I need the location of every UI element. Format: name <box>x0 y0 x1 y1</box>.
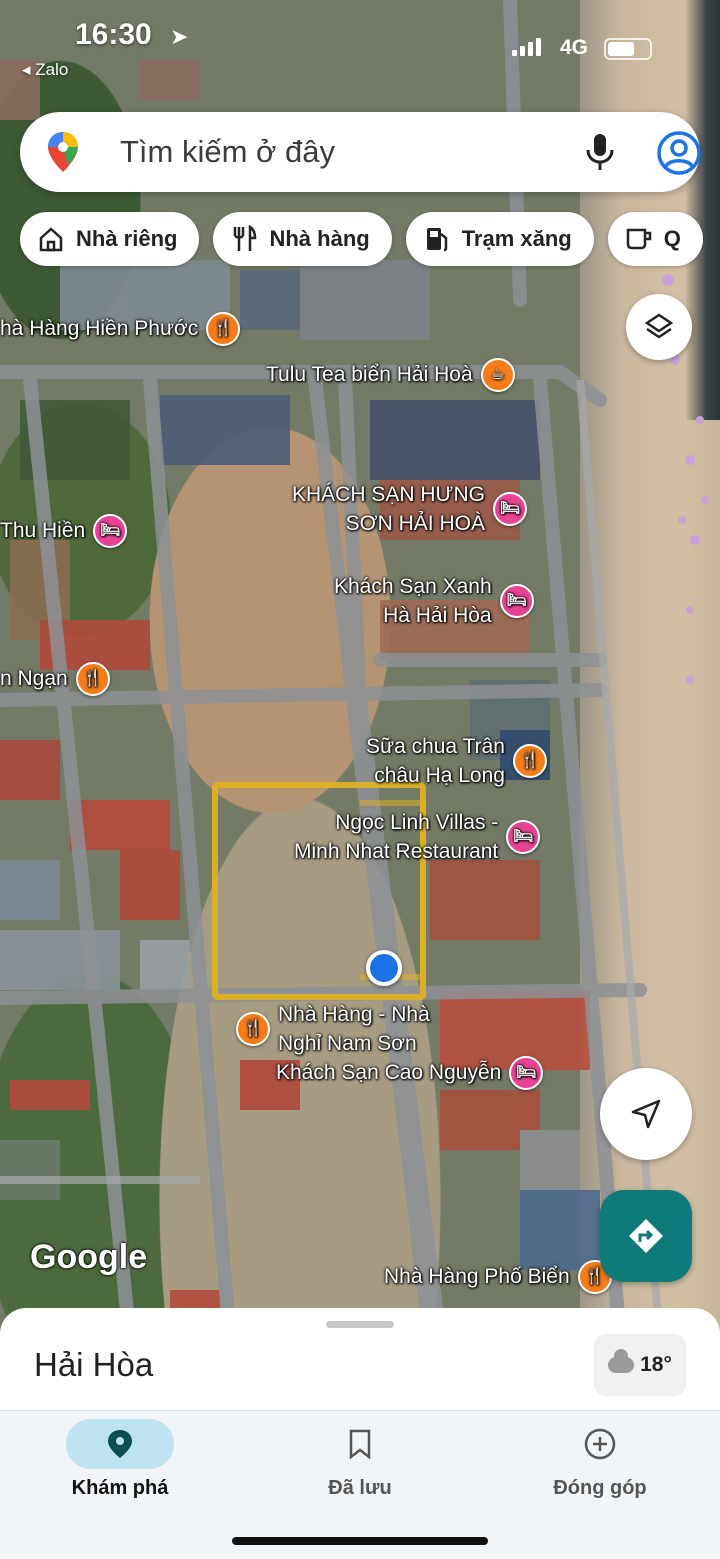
hotel-icon: 🛏 <box>492 492 527 527</box>
search-input[interactable]: Tìm kiếm ở đây <box>120 134 335 170</box>
poi-label: Tulu Tea biển Hải Hoà <box>266 363 473 387</box>
restaurant-icon: 🍴 <box>206 312 241 346</box>
cafe-icon: ☕ <box>480 358 515 392</box>
poi-pho-bien[interactable]: Nhà Hàng Phố Biển 🍴 <box>384 1260 612 1294</box>
navigation-arrow-icon <box>631 1099 661 1129</box>
gas-station-icon <box>426 228 447 252</box>
place-name: Hải Hòa <box>34 1346 154 1383</box>
battery-icon <box>604 38 652 60</box>
hotel-icon: 🛏 <box>499 584 534 619</box>
current-location-dot <box>366 950 402 986</box>
layers-icon <box>644 313 674 339</box>
nav-label: Đóng góp <box>553 1477 647 1499</box>
bookmark-icon <box>349 1429 371 1460</box>
hotel-icon: 🛏 <box>93 514 128 548</box>
sheet-drag-handle[interactable] <box>326 1321 394 1328</box>
hotel-icon: 🛏 <box>506 820 541 855</box>
add-circle-icon <box>584 1428 616 1460</box>
poi-hung-son[interactable]: KHÁCH SẠN HƯNG SƠN HẢI HOÀ 🛏 <box>292 480 527 539</box>
cloud-icon <box>608 1349 635 1373</box>
chip-cafe[interactable]: Q <box>607 212 703 266</box>
chip-label: Nhà hàng <box>269 226 370 251</box>
chip-gas-station[interactable]: Trạm xăng <box>405 212 594 266</box>
status-bar: 16:30 ➤ ◂ Zalo 4G <box>0 0 720 90</box>
poi-ngan[interactable]: n Ngạn 🍴 <box>0 662 110 696</box>
mic-icon[interactable] <box>582 132 618 172</box>
chip-home[interactable]: Nhà riêng <box>20 212 200 266</box>
layers-button[interactable] <box>626 294 692 360</box>
poi-cao-nguyen[interactable]: Khách Sạn Cao Nguyễn 🛏 <box>276 1056 544 1090</box>
my-location-button[interactable] <box>600 1068 692 1160</box>
nav-contribute-icon-wrap <box>550 1419 650 1469</box>
poi-label: n Ngạn <box>0 667 68 691</box>
cafe-icon <box>626 228 651 250</box>
directions-icon <box>629 1219 663 1253</box>
account-icon[interactable] <box>656 130 702 176</box>
poi-tulu-tea[interactable]: Tulu Tea biển Hải Hoà ☕ <box>266 358 515 392</box>
home-indicator[interactable] <box>232 1537 488 1545</box>
chip-label: Nhà riêng <box>76 226 178 251</box>
nav-explore-icon-wrap <box>66 1419 174 1469</box>
restaurant-icon: 🍴 <box>512 744 547 779</box>
chip-label: Trạm xăng <box>461 226 572 251</box>
poi-label: Ngọc Linh Villas - Minh Nhat Restaurant <box>294 811 499 864</box>
signal-icon <box>512 38 541 56</box>
poi-label: Nhà Hàng Phố Biển <box>384 1265 570 1289</box>
back-to-app-link[interactable]: ◂ Zalo <box>22 60 68 80</box>
nav-saved-icon-wrap <box>310 1419 410 1469</box>
home-icon <box>39 227 63 252</box>
nav-label: Đã lưu <box>328 1477 392 1499</box>
google-logo: Google <box>30 1238 148 1276</box>
category-chips: Nhà riêng Nhà hàng Trạm xăng Q <box>20 212 703 266</box>
poi-label: Khách Sạn Cao Nguyễn <box>276 1061 502 1085</box>
poi-label: Nhà Hàng - Nhà Nghỉ Nam Sơn <box>278 1003 430 1056</box>
restaurant-icon: 🍴 <box>236 1012 270 1047</box>
search-bar[interactable]: Tìm kiếm ở đây <box>20 112 702 192</box>
poi-label: hà Hàng Hiền Phước <box>0 317 199 341</box>
weather-chip[interactable]: 18° <box>594 1334 686 1396</box>
poi-ngoc-linh[interactable]: Ngọc Linh Villas - Minh Nhat Restaurant … <box>294 808 541 867</box>
maps-pin-icon <box>48 132 78 172</box>
poi-label: Khách Sạn Xanh Hà Hải Hòa <box>334 575 492 628</box>
poi-label: Thu Hiền <box>0 519 86 543</box>
location-arrow-icon: ➤ <box>170 24 189 49</box>
poi-label: Sữa chua Trân châu Hạ Long <box>366 735 505 788</box>
chip-restaurant[interactable]: Nhà hàng <box>213 212 392 266</box>
nav-label: Khám phá <box>71 1477 169 1499</box>
status-time: 16:30 <box>75 18 152 51</box>
explore-pin-icon <box>108 1430 132 1458</box>
restaurant-icon: 🍴 <box>75 662 110 696</box>
hotel-icon: 🛏 <box>509 1056 544 1090</box>
poi-xanh-ha[interactable]: Khách Sạn Xanh Hà Hải Hòa 🛏 <box>334 572 534 631</box>
poi-nam-son[interactable]: 🍴 Nhà Hàng - Nhà Nghỉ Nam Sơn <box>236 1000 430 1059</box>
temperature: 18° <box>640 1353 672 1376</box>
restaurant-icon <box>234 224 257 251</box>
poi-label: KHÁCH SẠN HƯNG SƠN HẢI HOÀ <box>292 483 485 536</box>
directions-button[interactable] <box>600 1190 692 1282</box>
poi-sua-chua[interactable]: Sữa chua Trân châu Hạ Long 🍴 <box>366 732 547 791</box>
chip-label: Q <box>663 226 681 251</box>
bottom-sheet[interactable]: Hải Hòa 18° <box>0 1308 720 1418</box>
poi-thu-hien[interactable]: Thu Hiền 🛏 <box>0 514 128 548</box>
network-type: 4G <box>560 36 589 59</box>
poi-hien-phuoc[interactable]: hà Hàng Hiền Phước 🍴 <box>0 312 241 346</box>
